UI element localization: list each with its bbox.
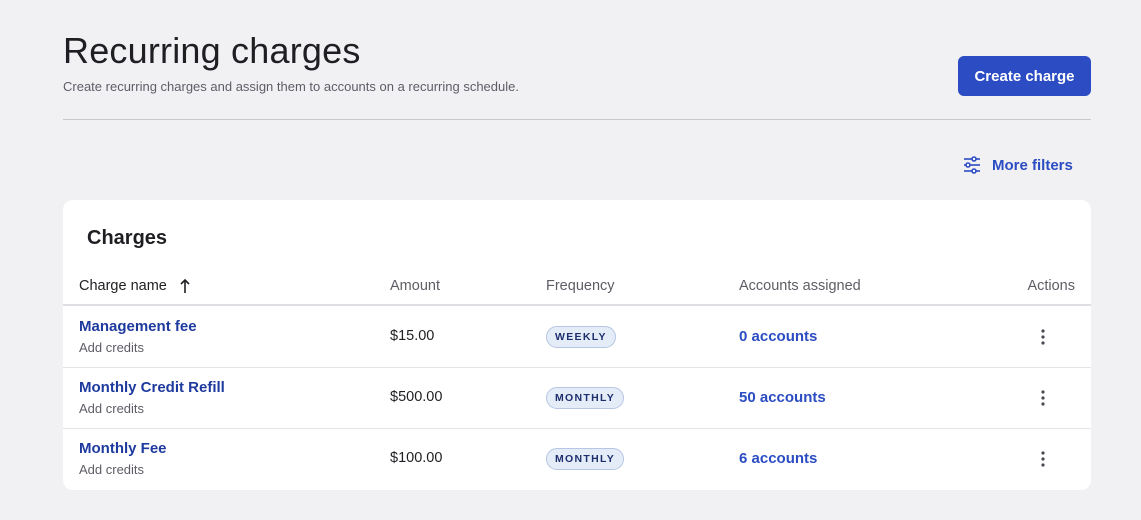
table-row: Management fee Add credits $15.00 WEEKLY…: [63, 307, 1091, 368]
kebab-menu-icon: [1041, 390, 1045, 406]
charges-title: Charges: [87, 227, 168, 249]
row-actions-button[interactable]: [1031, 447, 1055, 471]
accounts-assigned-link[interactable]: 50 accounts: [739, 389, 826, 406]
arrow-up-icon: [180, 278, 190, 293]
charges-card: Charges Charge name Amount Frequency Acc…: [63, 200, 1091, 490]
page-subtitle: Create recurring charges and assign them…: [63, 79, 519, 94]
row-actions-button[interactable]: [1031, 325, 1055, 349]
charge-name-cell: Management fee Add credits: [79, 318, 197, 355]
charge-name-link[interactable]: Monthly Fee: [79, 440, 167, 457]
charge-type: Add credits: [79, 462, 145, 477]
charge-name-link[interactable]: Management fee: [79, 318, 197, 335]
charge-amount: $100.00: [390, 450, 443, 466]
header-divider: [63, 119, 1091, 120]
charge-amount: $500.00: [390, 389, 443, 405]
kebab-menu-icon: [1041, 451, 1045, 467]
create-charge-button[interactable]: Create charge: [958, 56, 1091, 96]
sort-charge-name-header[interactable]: Charge name: [79, 278, 191, 294]
frequency-badge: WEEKLY: [546, 326, 616, 348]
kebab-menu-icon: [1041, 329, 1045, 345]
accounts-assigned-link[interactable]: 0 accounts: [739, 328, 817, 345]
accounts-header: Accounts assigned: [739, 278, 861, 294]
more-filters-button[interactable]: More filters: [962, 154, 1073, 176]
charge-name-cell: Monthly Fee Add credits: [79, 440, 167, 477]
charge-name-header-label: Charge name: [79, 278, 167, 294]
frequency-header: Frequency: [546, 278, 615, 294]
charge-amount: $15.00: [390, 328, 435, 344]
sliders-icon: [964, 156, 980, 174]
frequency-badge: MONTHLY: [546, 387, 625, 409]
amount-header: Amount: [390, 278, 440, 294]
table-header: Charge name Amount Frequency Accounts as…: [63, 270, 1091, 306]
page-title: Recurring charges: [63, 30, 361, 71]
charge-type: Add credits: [79, 401, 145, 416]
accounts-assigned-link[interactable]: 6 accounts: [739, 450, 817, 467]
row-actions-button[interactable]: [1031, 386, 1055, 410]
table-row: Monthly Fee Add credits $100.00 MONTHLY …: [63, 429, 1091, 490]
frequency-badge: MONTHLY: [546, 448, 625, 470]
charge-name-link[interactable]: Monthly Credit Refill: [79, 379, 225, 396]
actions-header: Actions: [1027, 278, 1075, 294]
more-filters-label: More filters: [992, 156, 1073, 174]
table-row: Monthly Credit Refill Add credits $500.0…: [63, 368, 1091, 429]
charge-name-cell: Monthly Credit Refill Add credits: [79, 379, 225, 416]
charge-type: Add credits: [79, 340, 145, 355]
